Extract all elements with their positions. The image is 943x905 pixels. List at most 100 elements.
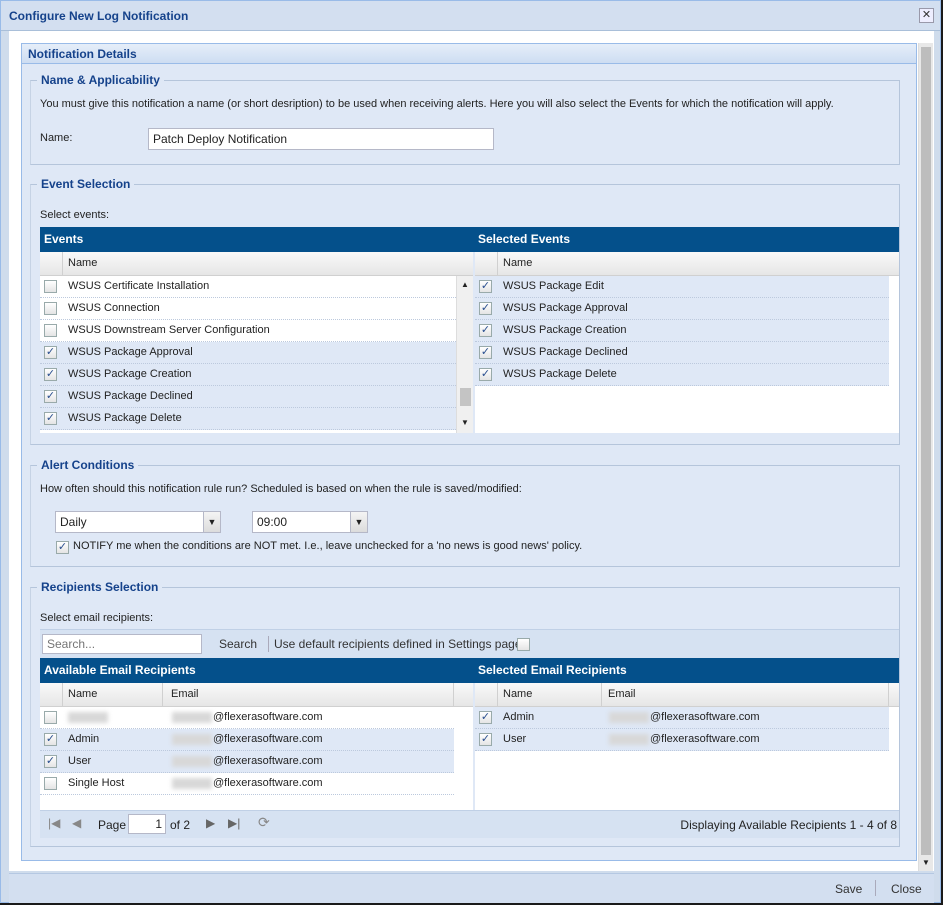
events-grid-title: Events	[44, 232, 84, 246]
selected-events-grid: Name ✓ WSUS Package Edit ✓ WSUS Package App…	[475, 252, 899, 433]
row-name: WSUS Package Declined	[68, 390, 193, 402]
column-email[interactable]: Email	[608, 688, 636, 700]
scroll-thumb[interactable]	[460, 388, 471, 406]
default-recipients-checkbox[interactable]	[517, 638, 530, 651]
row-checkbox[interactable]: ✓	[479, 733, 492, 746]
redacted-email-prefix	[609, 711, 649, 723]
row-name: Admin	[68, 733, 100, 745]
row-checkbox[interactable]	[44, 777, 57, 790]
row-checkbox[interactable]: ✓	[44, 368, 57, 381]
row-checkbox[interactable]: ✓	[44, 346, 57, 359]
grid-column-header: Name	[40, 252, 473, 276]
page-count: of 2	[170, 818, 191, 832]
row-email: @flexerasoftware.com	[172, 711, 323, 723]
scroll-down-icon[interactable]: ▼	[922, 858, 930, 867]
scroll-up-icon[interactable]: ▲	[461, 280, 469, 289]
row-checkbox[interactable]: ✓	[479, 346, 492, 359]
column-name[interactable]: Name	[68, 688, 97, 700]
refresh-icon[interactable]: ⟳	[258, 814, 270, 831]
search-input[interactable]	[42, 634, 202, 654]
chevron-down-icon[interactable]: ▼	[350, 512, 367, 532]
description-text: You must give this notification a name (…	[40, 98, 834, 110]
table-row[interactable]: ✓ User @flexerasoftware.com	[475, 729, 889, 751]
row-checkbox[interactable]: ✓	[44, 733, 57, 746]
column-name[interactable]: Name	[503, 257, 532, 269]
title-bar[interactable]: Configure New Log Notification ✕	[1, 1, 940, 31]
frequency-select[interactable]: Daily ▼	[55, 511, 221, 533]
table-row[interactable]: ✓ WSUS Package Approval	[475, 298, 889, 320]
table-row[interactable]: Single Host @flexerasoftware.com	[40, 773, 454, 795]
dialog-window: Configure New Log Notification ✕ Notific…	[0, 0, 941, 903]
scroll-thumb[interactable]	[921, 47, 931, 855]
row-name: WSUS Package Delete	[503, 368, 617, 380]
save-button[interactable]: Save	[835, 882, 862, 896]
table-row[interactable]: ✓ WSUS Package Edit	[475, 276, 889, 298]
row-name: WSUS Connection	[68, 302, 160, 314]
table-row[interactable]: ✓ WSUS Package Creation	[475, 320, 889, 342]
dialog-scrollbar[interactable]: ▼	[918, 43, 933, 871]
row-checkbox[interactable]: ✓	[479, 368, 492, 381]
selected-recipients-grid-title: Selected Email Recipients	[478, 663, 627, 677]
pager-status: Displaying Available Recipients 1 - 4 of…	[680, 818, 897, 832]
table-row[interactable]: ✓ WSUS Package Declined	[40, 386, 456, 408]
table-row[interactable]: ✓ Admin @flexerasoftware.com	[475, 707, 889, 729]
notify-checkbox[interactable]: ✓	[56, 541, 69, 554]
default-recipients-label: Use default recipients defined in Settin…	[274, 637, 525, 651]
table-row[interactable]: WSUS Downstream Server Configuration	[40, 320, 456, 342]
column-name[interactable]: Name	[68, 257, 97, 269]
name-input[interactable]: Patch Deploy Notification	[148, 128, 494, 150]
column-name[interactable]: Name	[503, 688, 532, 700]
notify-label: NOTIFY me when the conditions are NOT me…	[73, 540, 583, 552]
row-checkbox[interactable]: ✓	[44, 412, 57, 425]
page-number-input[interactable]: 1	[128, 814, 166, 834]
next-page-icon[interactable]: ▶	[206, 816, 215, 830]
scroll-down-icon[interactable]: ▼	[461, 418, 469, 427]
footer-separator	[875, 880, 876, 896]
table-row[interactable]: @flexerasoftware.com	[40, 707, 454, 729]
redacted-email-prefix	[172, 777, 212, 789]
table-row[interactable]: ✓ WSUS Package Delete	[40, 408, 456, 430]
table-row[interactable]: ✓ WSUS Package Declined	[475, 342, 889, 364]
row-checkbox[interactable]: ✓	[479, 302, 492, 315]
available-grid-title: Available Email Recipients	[44, 663, 196, 677]
row-email: @flexerasoftware.com	[172, 777, 323, 789]
last-page-icon[interactable]: ▶|	[228, 816, 240, 830]
close-button[interactable]: Close	[891, 882, 922, 896]
prev-page-icon[interactable]: ◀	[72, 816, 81, 830]
time-select[interactable]: 09:00 ▼	[252, 511, 368, 533]
row-checkbox[interactable]	[44, 302, 57, 315]
email-text: @flexerasoftware.com	[213, 777, 323, 789]
fieldset-legend: Alert Conditions	[37, 458, 139, 472]
email-text: @flexerasoftware.com	[213, 755, 323, 767]
available-recipients-grid: Name Email @flexerasoftware.com ✓ Admin @fle…	[40, 683, 473, 810]
row-checkbox[interactable]	[44, 324, 57, 337]
row-checkbox[interactable]	[44, 711, 57, 724]
events-scrollbar[interactable]: ▲ ▼	[456, 276, 473, 433]
table-row[interactable]: ✓ WSUS Package Approval	[40, 342, 456, 364]
row-name: Admin	[503, 711, 535, 723]
fieldset-legend: Recipients Selection	[37, 580, 163, 594]
name-applicability-fieldset: Name & Applicability You must give this …	[30, 73, 900, 165]
row-checkbox[interactable]: ✓	[479, 324, 492, 337]
table-row[interactable]: ✓ User @flexerasoftware.com	[40, 751, 454, 773]
panel-title: Notification Details	[28, 47, 137, 61]
table-row[interactable]: ✓ WSUS Package Creation	[40, 364, 456, 386]
row-checkbox[interactable]: ✓	[44, 390, 57, 403]
row-checkbox[interactable]	[44, 280, 57, 293]
search-button[interactable]: Search	[219, 637, 257, 651]
chevron-down-icon[interactable]: ▼	[203, 512, 220, 532]
first-page-icon[interactable]: |◀	[48, 816, 60, 830]
row-name: WSUS Certificate Installation	[68, 280, 210, 292]
row-checkbox[interactable]: ✓	[479, 280, 492, 293]
events-header-bar: Events Selected Events	[40, 227, 899, 252]
row-checkbox[interactable]: ✓	[44, 755, 57, 768]
table-row[interactable]: ✓ WSUS Package Delete	[475, 364, 889, 386]
redacted-email-prefix	[172, 733, 212, 745]
table-row[interactable]: WSUS Certificate Installation	[40, 276, 456, 298]
row-checkbox[interactable]: ✓	[479, 711, 492, 724]
column-email[interactable]: Email	[171, 688, 199, 700]
table-row[interactable]: ✓ Admin @flexerasoftware.com	[40, 729, 454, 751]
row-name: WSUS Package Creation	[503, 324, 627, 336]
table-row[interactable]: WSUS Connection	[40, 298, 456, 320]
close-icon[interactable]: ✕	[919, 8, 934, 23]
